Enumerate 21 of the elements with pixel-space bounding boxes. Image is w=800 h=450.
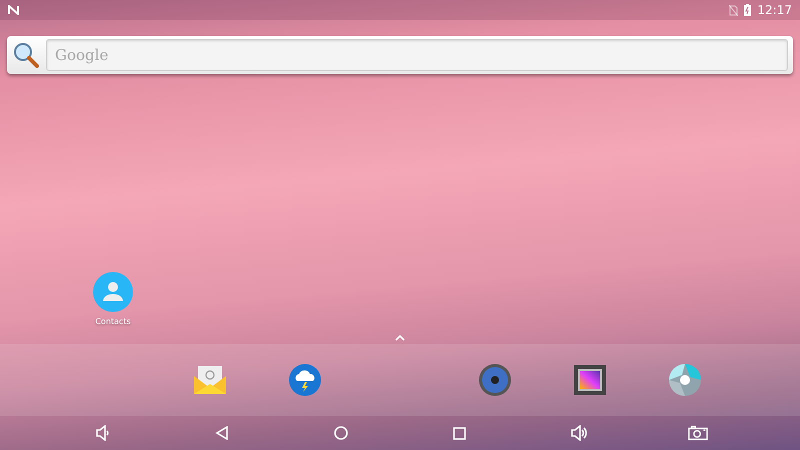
search-icon[interactable]: [12, 41, 40, 69]
app-label[interactable]: Contacts: [95, 317, 131, 326]
volume-down-icon: [94, 425, 110, 441]
screenshot-button[interactable]: [688, 423, 708, 443]
notification-n-icon: [8, 5, 19, 15]
speaker-icon[interactable]: [478, 363, 512, 397]
picture-icon[interactable]: [574, 365, 606, 395]
aperture-icon[interactable]: [668, 363, 702, 397]
home-icon: [334, 426, 348, 440]
recents-icon: [453, 426, 466, 440]
no-sim-icon: [729, 4, 738, 16]
back-icon: [214, 426, 228, 440]
camera-icon: [688, 425, 708, 441]
envelope-icon[interactable]: [192, 364, 226, 396]
clock-time: 12:17: [757, 3, 792, 17]
caret-up-icon[interactable]: [394, 334, 406, 342]
volume-up-icon: [570, 425, 588, 441]
battery-charging-icon: [744, 4, 752, 16]
cloud-lightning-icon[interactable]: [288, 363, 322, 397]
volume-up-button[interactable]: [568, 423, 588, 443]
search-field[interactable]: Google: [46, 39, 788, 71]
